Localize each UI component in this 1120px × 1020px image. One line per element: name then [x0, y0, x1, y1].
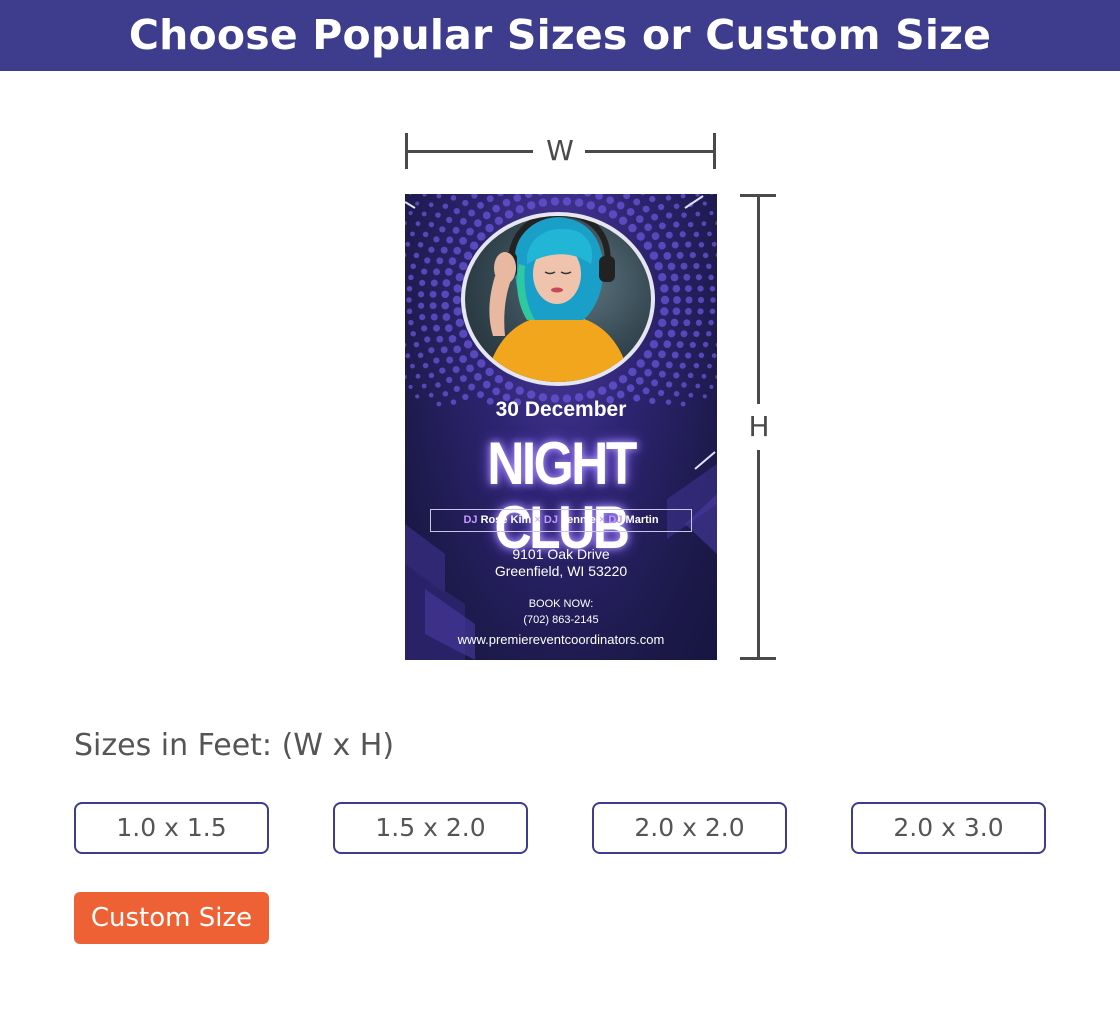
dj-separator: ×: [534, 514, 541, 526]
poster-address-line2: Greenfield, WI 53220: [494, 563, 628, 579]
width-dimension-right-tick: [713, 133, 716, 169]
sizes-label: Sizes in Feet: (W x H): [74, 728, 395, 763]
dj-name: Rose Kim: [480, 514, 532, 526]
poster-dj-lineup: DJ Rose Kim × DJ Jennie × DJ Martin: [430, 509, 692, 532]
poster-title: NIGHT CLUB: [487, 430, 637, 561]
height-dimension-line-top: [757, 194, 760, 404]
dj-name: Martin: [625, 514, 659, 526]
size-option-2x3[interactable]: 2.0 x 3.0: [851, 802, 1046, 854]
page-title: Choose Popular Sizes or Custom Size: [128, 11, 992, 59]
poster-preview: 30 December NIGHT CLUB DJ Rose Kim × DJ …: [405, 194, 717, 660]
size-option-1-5x2[interactable]: 1.5 x 2.0: [333, 802, 528, 854]
poster-date: 30 December: [495, 398, 627, 421]
dj-prefix: DJ: [543, 514, 558, 526]
size-option-1x1-5[interactable]: 1.0 x 1.5: [74, 802, 269, 854]
dj-separator: ×: [598, 514, 606, 526]
poster-address-line1: 9101 Oak Drive: [512, 546, 610, 562]
poster-book-now: BOOK NOW:: [528, 598, 594, 610]
dj-illustration: [485, 216, 631, 382]
dj-prefix: DJ: [463, 514, 478, 526]
width-dimension-label: W: [546, 134, 574, 167]
height-dimension-line-bottom: [757, 450, 760, 660]
size-option-2x2[interactable]: 2.0 x 2.0: [592, 802, 787, 854]
dj-prefix: DJ: [608, 514, 623, 526]
custom-size-button[interactable]: Custom Size: [74, 892, 269, 944]
page-header: Choose Popular Sizes or Custom Size: [0, 0, 1120, 71]
width-dimension-line-right: [585, 150, 715, 153]
height-dimension-bottom-tick: [740, 657, 776, 660]
poster-dj-photo: [465, 216, 651, 382]
poster-photo-frame: [461, 212, 655, 386]
dj-name: Jennie: [561, 514, 596, 526]
height-dimension-label: H: [748, 410, 770, 443]
poster-website: www.premiereventcoordinators.com: [457, 632, 665, 647]
width-dimension-line-left: [405, 150, 533, 153]
poster-phone: (702) 863-2145: [523, 614, 599, 626]
